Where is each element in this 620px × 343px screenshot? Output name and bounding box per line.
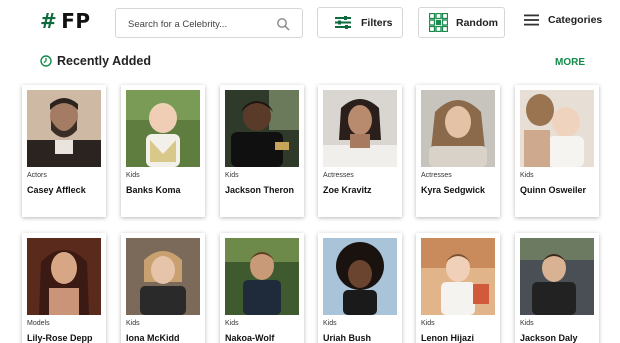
random-label: Random xyxy=(456,16,498,29)
grid-icon xyxy=(429,13,448,32)
card-category: Kids xyxy=(126,172,140,179)
celebrity-card[interactable]: Kids Jackson Daly xyxy=(515,233,599,343)
card-category: Kids xyxy=(225,320,239,327)
card-name: Nakoa-Wolf xyxy=(225,333,275,343)
card-name: Quinn Osweiler xyxy=(520,185,587,195)
card-name: Uriah Bush xyxy=(323,333,372,343)
random-button[interactable]: Random xyxy=(418,7,505,38)
card-category: Kids xyxy=(520,172,534,179)
celebrity-photo xyxy=(27,90,101,167)
card-name: Iona McKidd xyxy=(126,333,180,343)
site-header: #FP Filters Rando xyxy=(0,0,620,46)
card-category: Actresses xyxy=(421,172,452,179)
search-icon[interactable] xyxy=(276,17,290,31)
search-input[interactable] xyxy=(128,15,273,33)
card-name: Jackson Daly xyxy=(520,333,578,343)
card-category: Actors xyxy=(27,172,47,179)
clock-icon xyxy=(40,55,52,67)
card-name: Jackson Theron xyxy=(225,185,295,195)
card-category: Kids xyxy=(225,172,239,179)
celebrity-photo xyxy=(421,90,495,167)
hamburger-menu-icon xyxy=(524,14,539,26)
celebrity-photo xyxy=(225,90,299,167)
celebrity-card[interactable]: Actresses Zoe Kravitz xyxy=(318,85,402,217)
search-box xyxy=(115,8,303,38)
section-header: Recently Added xyxy=(40,54,151,68)
celebrity-photo xyxy=(225,238,299,315)
card-category: Kids xyxy=(421,320,435,327)
celebrity-card[interactable]: Actors Casey Affleck xyxy=(22,85,106,217)
sliders-icon xyxy=(335,16,351,29)
section-title: Recently Added xyxy=(57,54,152,68)
celebrity-photo xyxy=(323,90,397,167)
card-name: Zoe Kravitz xyxy=(323,185,372,195)
card-category: Kids xyxy=(323,320,337,327)
filters-button[interactable]: Filters xyxy=(317,7,403,38)
celebrity-photo xyxy=(520,238,594,315)
celebrity-photo xyxy=(520,90,594,167)
celebrity-photo xyxy=(421,238,495,315)
celebrity-card[interactable]: Kids Iona McKidd xyxy=(121,233,205,343)
celebrity-card[interactable]: Kids Banks Koma xyxy=(121,85,205,217)
card-category: Kids xyxy=(126,320,140,327)
card-name: Casey Affleck xyxy=(27,185,86,195)
celebrity-photo xyxy=(323,238,397,315)
card-name: Lenon Hijazi xyxy=(421,333,475,343)
celebrity-photo xyxy=(27,238,101,315)
celebrity-card[interactable]: Kids Quinn Osweiler xyxy=(515,85,599,217)
card-category: Kids xyxy=(520,320,534,327)
card-category: Models xyxy=(27,320,50,327)
card-name: Banks Koma xyxy=(126,185,181,195)
site-logo[interactable]: # FP xyxy=(40,9,91,33)
more-link[interactable]: MORE xyxy=(555,57,585,68)
card-category: Actresses xyxy=(323,172,354,179)
celebrity-card[interactable]: Kids Jackson Theron xyxy=(220,85,304,217)
logo-text: FP xyxy=(61,9,91,33)
celebrity-card[interactable]: Kids Uriah Bush xyxy=(318,233,402,343)
celebrity-card[interactable]: Models Lily-Rose Depp xyxy=(22,233,106,343)
celebrity-card[interactable]: Actresses Kyra Sedgwick xyxy=(416,85,500,217)
celebrity-card[interactable]: Kids Lenon Hijazi xyxy=(416,233,500,343)
categories-label: Categories xyxy=(548,14,603,26)
card-name: Lily-Rose Depp xyxy=(27,333,93,343)
categories-menu-button[interactable]: Categories xyxy=(524,14,602,26)
celebrity-card[interactable]: Kids Nakoa-Wolf xyxy=(220,233,304,343)
logo-hash: # xyxy=(40,9,58,33)
filters-label: Filters xyxy=(361,16,393,29)
celebrity-photo xyxy=(126,90,200,167)
card-name: Kyra Sedgwick xyxy=(421,185,486,195)
celebrity-photo xyxy=(126,238,200,315)
